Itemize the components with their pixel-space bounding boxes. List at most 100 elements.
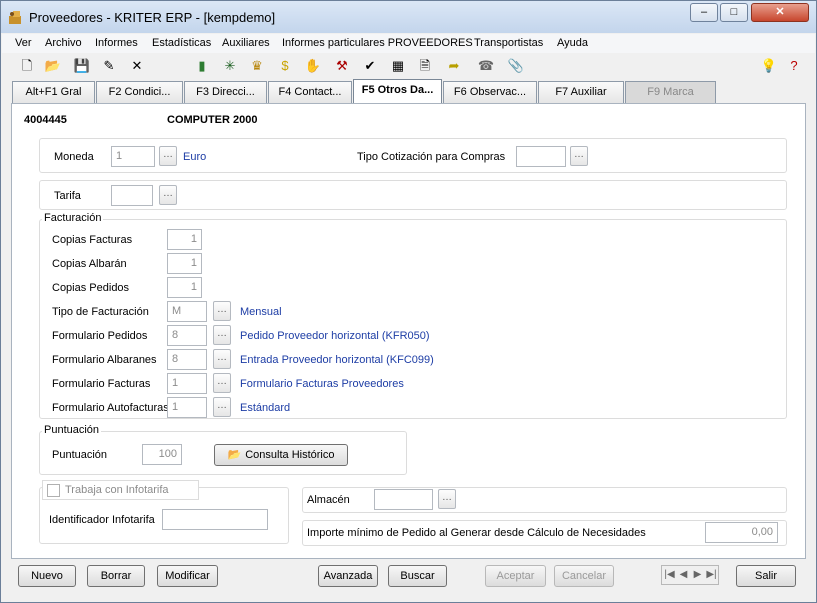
menu-archivo[interactable]: Archivo (45, 37, 82, 49)
window-title: Proveedores - KRITER ERP - [kempdemo] (29, 10, 276, 25)
menu-bar: Ver Archivo Informes Estadísticas Auxili… (2, 34, 815, 53)
avanzada-button[interactable]: Avanzada (318, 565, 378, 587)
form-panel: 4004445 COMPUTER 2000 Moneda 1 … Euro Ti… (11, 103, 806, 559)
tarifa-label: Tarifa (54, 190, 81, 202)
form-autofacturas-label: Formulario Autofacturas (52, 402, 169, 414)
tools-icon[interactable]: ⚒ (333, 57, 351, 75)
puntuacion-label: Puntuación (52, 449, 108, 461)
form-facturas-lookup-button[interactable]: … (213, 373, 231, 393)
minimize-button[interactable]: – (690, 3, 718, 22)
paperclip-icon[interactable]: 📎 (507, 57, 525, 75)
document-icon[interactable]: 🗎 (416, 57, 434, 75)
copias-pedidos-input[interactable]: 1 (167, 277, 202, 298)
infotarifa-id-input[interactable] (162, 509, 268, 530)
tab-observaciones[interactable]: F6 Observac... (443, 81, 537, 103)
menu-ver[interactable]: Ver (15, 37, 32, 49)
menu-informes[interactable]: Informes (95, 37, 138, 49)
tab-condiciones[interactable]: F2 Condici... (96, 81, 183, 103)
previous-record-icon[interactable]: ◀ (677, 567, 690, 583)
checklist-icon[interactable]: ✔ (361, 57, 379, 75)
consulta-historico-button[interactable]: 📂 Consulta Histórico (214, 444, 348, 466)
tarifa-input[interactable] (111, 185, 153, 206)
aceptar-button[interactable]: Aceptar (485, 565, 546, 587)
moneda-input[interactable]: 1 (111, 146, 155, 167)
help-icon[interactable]: ? (785, 57, 803, 75)
lightbulb-icon[interactable]: 💡 (760, 57, 778, 75)
tab-strip: Alt+F1 Gral F2 Condici... F3 Direcci... … (2, 79, 815, 104)
maximize-button[interactable]: □ (720, 3, 748, 22)
tipo-facturacion-desc: Mensual (240, 306, 282, 318)
tab-general[interactable]: Alt+F1 Gral (12, 81, 95, 103)
menu-ayuda[interactable]: Ayuda (557, 37, 588, 49)
facturacion-group (39, 219, 787, 419)
form-autofacturas-desc: Estándard (240, 402, 291, 414)
folder-arrow-icon[interactable]: ➦ (445, 57, 463, 75)
copias-facturas-label: Copias Facturas (52, 234, 133, 246)
infotarifa-checkbox[interactable] (47, 484, 60, 497)
bottle-icon[interactable]: ▮ (193, 57, 211, 75)
nuevo-button[interactable]: Nuevo (18, 565, 76, 587)
delete-icon[interactable]: ✕ (128, 57, 146, 75)
importe-label: Importe mínimo de Pedido al Generar desd… (307, 527, 646, 539)
buscar-button[interactable]: Buscar (388, 565, 447, 587)
close-button[interactable]: ✕ (751, 3, 809, 22)
tarifa-lookup-button[interactable]: … (159, 185, 177, 205)
tipo-facturacion-lookup-button[interactable]: … (213, 301, 231, 321)
form-albaranes-lookup-button[interactable]: … (213, 349, 231, 369)
snowflake-icon[interactable]: ✳ (221, 57, 239, 75)
new-document-icon[interactable]: 🗋 (18, 57, 36, 75)
tab-otros-datos[interactable]: F5 Otros Da... (353, 79, 442, 104)
salir-button[interactable]: Salir (736, 565, 796, 587)
trophy-icon[interactable]: ♛ (248, 57, 266, 75)
infotarifa-check-label: Trabaja con Infotarifa (65, 484, 169, 496)
form-autofacturas-lookup-button[interactable]: … (213, 397, 231, 417)
copias-facturas-input[interactable]: 1 (167, 229, 202, 250)
puntuacion-input[interactable]: 100 (142, 444, 182, 465)
open-folder-icon[interactable]: 📂 (44, 57, 62, 75)
form-albaranes-label: Formulario Albaranes (52, 354, 157, 366)
telephone-icon[interactable]: ☎ (477, 57, 495, 75)
form-autofacturas-input[interactable]: 1 (167, 397, 207, 418)
record-navigator: |◀ ◀ ▶ ▶| (661, 565, 719, 585)
modificar-button[interactable]: Modificar (157, 565, 218, 587)
next-record-icon[interactable]: ▶ (691, 567, 704, 583)
almacen-input[interactable] (374, 489, 433, 510)
copias-albaran-input[interactable]: 1 (167, 253, 202, 274)
save-icon[interactable]: 💾 (73, 57, 91, 75)
cotizacion-input[interactable] (516, 146, 566, 167)
form-pedidos-label: Formulario Pedidos (52, 330, 148, 342)
grid-icon[interactable]: ▦ (389, 57, 407, 75)
cotizacion-lookup-button[interactable]: … (570, 146, 588, 166)
almacen-lookup-button[interactable]: … (438, 489, 456, 509)
form-pedidos-desc: Pedido Proveedor horizontal (KFR050) (240, 330, 430, 342)
copias-albaran-label: Copias Albarán (52, 258, 127, 270)
tab-contactos[interactable]: F4 Contact... (268, 81, 352, 103)
menu-informes-particulares[interactable]: Informes particulares PROVEEDORES (282, 37, 473, 49)
hand-icon[interactable]: ✋ (304, 57, 322, 75)
moneda-lookup-button[interactable]: … (159, 146, 177, 166)
menu-transportistas[interactable]: Transportistas (474, 37, 543, 49)
form-facturas-desc: Formulario Facturas Proveedores (240, 378, 404, 390)
first-record-icon[interactable]: |◀ (663, 567, 676, 583)
form-facturas-input[interactable]: 1 (167, 373, 207, 394)
tab-auxiliar[interactable]: F7 Auxiliar (538, 81, 624, 103)
tipo-facturacion-input[interactable]: M (167, 301, 207, 322)
form-pedidos-lookup-button[interactable]: … (213, 325, 231, 345)
tipo-facturacion-label: Tipo de Facturación (52, 306, 149, 318)
menu-estadisticas[interactable]: Estadísticas (152, 37, 211, 49)
last-record-icon[interactable]: ▶| (705, 567, 718, 583)
facturacion-title: Facturación (42, 212, 104, 224)
form-albaranes-desc: Entrada Proveedor horizontal (KFC099) (240, 354, 434, 366)
copias-pedidos-label: Copias Pedidos (52, 282, 130, 294)
tab-direcciones[interactable]: F3 Direcci... (184, 81, 267, 103)
moneda-name: Euro (183, 151, 207, 163)
form-albaranes-input[interactable]: 8 (167, 349, 207, 370)
form-facturas-label: Formulario Facturas (52, 378, 151, 390)
borrar-button[interactable]: Borrar (87, 565, 145, 587)
cancelar-button[interactable]: Cancelar (554, 565, 614, 587)
form-pedidos-input[interactable]: 8 (167, 325, 207, 346)
importe-input[interactable]: 0,00 (705, 522, 778, 543)
dollar-icon[interactable]: $ (276, 57, 294, 75)
menu-auxiliares[interactable]: Auxiliares (222, 37, 270, 49)
edit-icon[interactable]: ✎ (100, 57, 118, 75)
